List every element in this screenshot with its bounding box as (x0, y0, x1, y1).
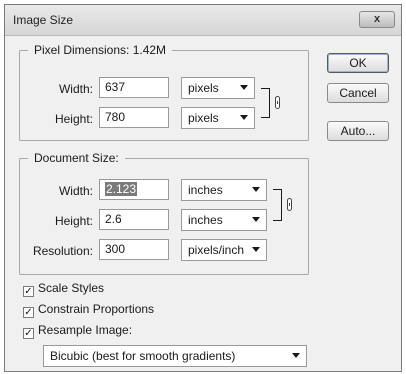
doc-height-input[interactable]: 2.6 (99, 209, 169, 230)
pixel-height-unit-select[interactable]: pixels (181, 107, 255, 129)
chain-link-icon (275, 96, 280, 109)
pixel-dimensions-legend: Pixel Dimensions: 1.42M (34, 43, 167, 57)
resolution-unit-select[interactable]: pixels/inch (181, 239, 267, 261)
chevron-down-icon (292, 353, 300, 358)
resample-image-label: Resample Image: (38, 323, 133, 337)
chain-link-icon (287, 198, 292, 211)
chevron-down-icon (240, 85, 248, 90)
close-icon: x (373, 13, 381, 25)
dialog-title: Image Size (13, 13, 74, 27)
doc-width-input[interactable]: 2.123 (99, 179, 169, 200)
close-button[interactable]: x (359, 11, 395, 28)
document-size-legend: Document Size: (34, 151, 119, 165)
doc-width-value: 2.123 (105, 182, 138, 196)
resample-method-select[interactable]: Bicubic (best for smooth gradients) (43, 345, 307, 367)
title-bar: Image Size x (5, 5, 401, 36)
pixel-width-label: Width: (58, 82, 93, 96)
resolution-unit: pixels/inch (188, 243, 245, 257)
chevron-down-icon (252, 187, 260, 192)
checkmark-icon: ✓ (23, 307, 34, 318)
pixel-height-input[interactable]: 780 (99, 107, 169, 128)
pixel-height-value: 780 (105, 110, 126, 124)
chevron-down-icon (240, 115, 248, 120)
doc-height-unit-select[interactable]: inches (181, 209, 267, 231)
pixel-width-unit: pixels (188, 81, 219, 95)
resolution-input[interactable]: 300 (99, 239, 169, 260)
pixel-height-unit: pixels (188, 111, 219, 125)
checkmark-icon: ✓ (23, 286, 34, 297)
cancel-button[interactable]: Cancel (327, 83, 389, 103)
doc-height-label: Height: (54, 214, 93, 228)
scale-styles-label: Scale Styles (38, 281, 105, 295)
chevron-down-icon (252, 217, 260, 222)
image-size-dialog: Image Size x Pixel Dimensions: 1.42M Wid… (4, 4, 402, 372)
pixel-width-unit-select[interactable]: pixels (181, 77, 255, 99)
chevron-down-icon (252, 247, 260, 252)
resolution-value: 300 (105, 242, 126, 256)
doc-width-unit: inches (188, 183, 223, 197)
pixel-width-value: 637 (105, 80, 126, 94)
constrain-proportions-label: Constrain Proportions (38, 302, 155, 316)
resample-method-value: Bicubic (best for smooth gradients) (50, 349, 236, 363)
scale-styles-checkbox[interactable]: ✓ Scale Styles (23, 281, 104, 297)
doc-height-unit: inches (188, 213, 223, 227)
pixel-link-bracket (261, 88, 270, 118)
pixel-width-input[interactable]: 637 (99, 77, 169, 98)
doc-height-value: 2.6 (105, 212, 122, 226)
doc-width-label: Width: (58, 184, 93, 198)
document-link-bracket (273, 189, 282, 221)
constrain-proportions-checkbox[interactable]: ✓ Constrain Proportions (23, 302, 154, 318)
resample-image-checkbox[interactable]: ✓ Resample Image: (23, 323, 132, 339)
resolution-label: Resolution: (32, 244, 93, 258)
ok-button[interactable]: OK (327, 53, 389, 73)
doc-width-unit-select[interactable]: inches (181, 179, 267, 201)
checkmark-icon: ✓ (23, 328, 34, 339)
auto-button[interactable]: Auto... (327, 121, 389, 141)
pixel-height-label: Height: (54, 112, 93, 126)
